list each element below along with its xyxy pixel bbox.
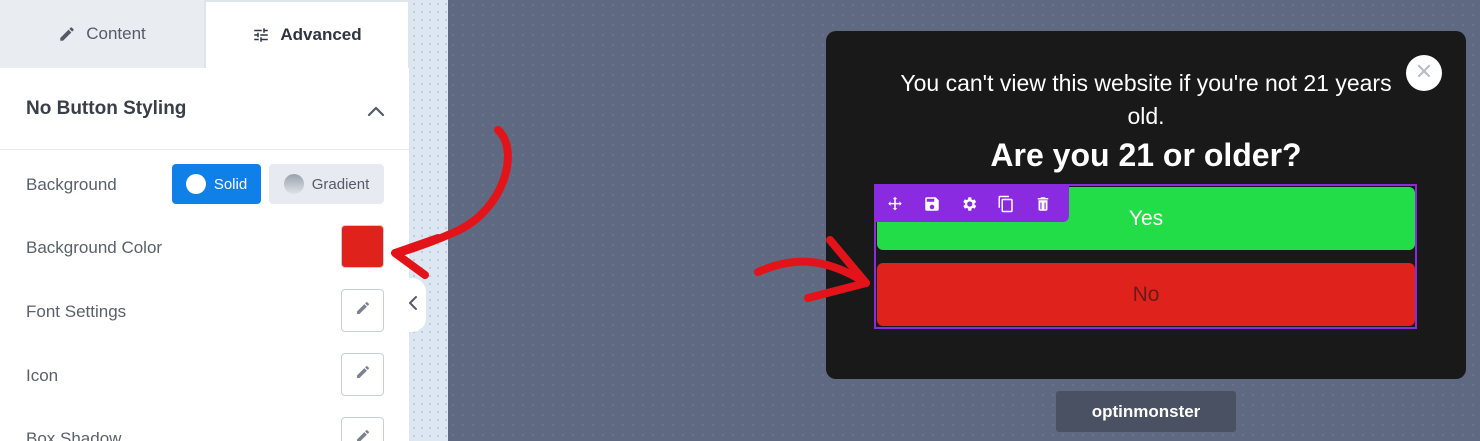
tab-content[interactable]: Content (0, 0, 204, 68)
popup-question: Are you 21 or older? (990, 137, 1302, 173)
background-color-label: Background Color (26, 238, 163, 257)
pencil-icon (355, 300, 371, 321)
pencil-icon (355, 364, 371, 385)
brand-logo-text: optinmonster (1091, 401, 1201, 421)
font-settings-label: Font Settings (26, 302, 127, 321)
gradient-icon (283, 174, 304, 194)
close-icon (1416, 63, 1432, 84)
chevron-up-icon[interactable] (364, 100, 388, 124)
duplicate-icon[interactable] (994, 192, 1018, 216)
pencil-icon (58, 25, 76, 43)
box-shadow-edit-button[interactable] (341, 417, 384, 441)
pencil-icon (355, 428, 371, 441)
icon-label: Icon (26, 366, 59, 385)
save-icon[interactable] (920, 192, 944, 216)
background-color-swatch[interactable] (341, 225, 384, 268)
tab-advanced-label: Advanced (280, 25, 362, 44)
icon-edit-button[interactable] (341, 353, 384, 396)
move-icon[interactable] (883, 192, 907, 216)
solid-icon (185, 174, 206, 194)
trash-icon[interactable] (1031, 192, 1055, 216)
font-settings-edit-button[interactable] (341, 289, 384, 332)
solid-label: Solid (213, 175, 248, 193)
collapse-panel-button[interactable] (400, 278, 426, 332)
sliders-icon (252, 26, 270, 44)
panel-tabs: Content Advanced (0, 0, 410, 68)
optinmonster-logo: optinmonster (1056, 391, 1236, 432)
tab-advanced[interactable]: Advanced (204, 0, 410, 68)
gradient-button[interactable]: Gradient (269, 164, 384, 204)
chevron-left-icon (406, 295, 420, 316)
section-title: No Button Styling (26, 98, 187, 119)
section-header[interactable]: No Button Styling (0, 68, 410, 150)
gradient-label: Gradient (311, 175, 370, 193)
gear-icon[interactable] (957, 192, 981, 216)
panel-divider-strip (410, 0, 448, 441)
box-shadow-label: Box Shadow (26, 429, 122, 441)
close-button[interactable] (1406, 55, 1442, 91)
settings-panel: Content Advanced No Button Styling Backg… (0, 0, 410, 441)
tab-content-label: Content (86, 24, 146, 43)
background-label: Background (26, 175, 117, 194)
element-toolbar (876, 186, 1069, 222)
popup-message: You can't view this website if you're no… (900, 70, 1392, 129)
solid-button[interactable]: Solid (172, 164, 261, 204)
